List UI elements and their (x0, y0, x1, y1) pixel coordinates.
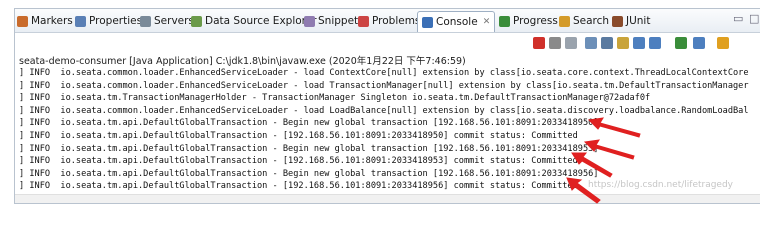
watermark: https://blog.csdn.net/lifetragedy (588, 180, 734, 190)
red-arrow-icon (587, 117, 641, 138)
red-arrow-icon (583, 139, 635, 160)
annotation-arrows (566, 117, 641, 204)
red-arrow-icon (571, 152, 613, 178)
